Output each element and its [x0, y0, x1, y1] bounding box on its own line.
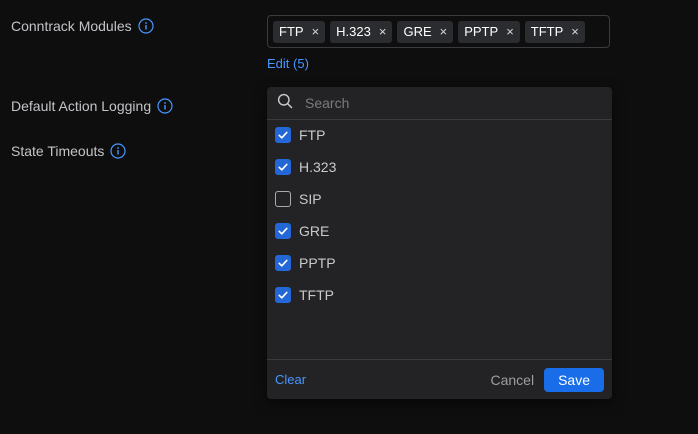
state-timeouts-label-text: State Timeouts	[11, 143, 105, 159]
option-label: GRE	[299, 223, 330, 239]
save-button[interactable]: Save	[544, 367, 604, 392]
option-label: H.323	[299, 159, 337, 175]
settings-page: Conntrack Modules Default Action Logging…	[0, 0, 698, 434]
search-icon	[277, 93, 293, 114]
remove-tag-icon[interactable]: ×	[506, 25, 514, 38]
option-label: TFTP	[299, 287, 334, 303]
info-icon[interactable]	[110, 143, 126, 159]
info-icon[interactable]	[138, 18, 154, 34]
cancel-button[interactable]: Cancel	[490, 372, 534, 388]
clear-button[interactable]: Clear	[275, 372, 306, 387]
tag-chip: TFTP ×	[524, 20, 585, 43]
option-pptp[interactable]: PPTP	[275, 251, 336, 275]
option-sip[interactable]: SIP	[275, 187, 322, 211]
dropdown-footer: Clear Cancel Save	[267, 359, 612, 399]
checkbox-checked[interactable]	[275, 159, 291, 175]
option-gre[interactable]: GRE	[275, 219, 329, 243]
option-h323[interactable]: H.323	[275, 155, 336, 179]
info-icon[interactable]	[157, 98, 173, 114]
tag-label: H.323	[336, 24, 371, 39]
modules-dropdown: FTP H.323 SIP GRE PPTP	[267, 87, 612, 399]
state-timeouts-label: State Timeouts	[11, 143, 126, 159]
remove-tag-icon[interactable]: ×	[440, 25, 448, 38]
remove-tag-icon[interactable]: ×	[571, 25, 579, 38]
conntrack-modules-label-text: Conntrack Modules	[11, 18, 132, 34]
option-label: FTP	[299, 127, 326, 143]
search-input[interactable]	[303, 94, 587, 112]
option-label: SIP	[299, 191, 322, 207]
checkbox-checked[interactable]	[275, 287, 291, 303]
conntrack-modules-label: Conntrack Modules	[11, 18, 154, 34]
option-ftp[interactable]: FTP	[275, 123, 325, 147]
checkbox-checked[interactable]	[275, 127, 291, 143]
default-action-logging-label: Default Action Logging	[11, 98, 173, 114]
tag-chip: FTP ×	[273, 20, 326, 43]
tag-chip: PPTP ×	[458, 20, 520, 43]
option-tftp[interactable]: TFTP	[275, 283, 334, 307]
tag-label: GRE	[403, 24, 432, 39]
tag-chip: GRE ×	[397, 20, 454, 43]
tag-label: FTP	[279, 24, 304, 39]
default-action-logging-label-text: Default Action Logging	[11, 98, 152, 114]
option-label: PPTP	[299, 255, 336, 271]
checkbox-checked[interactable]	[275, 255, 291, 271]
remove-tag-icon[interactable]: ×	[312, 25, 320, 38]
checkbox-checked[interactable]	[275, 223, 291, 239]
checkbox-unchecked[interactable]	[275, 191, 291, 207]
remove-tag-icon[interactable]: ×	[379, 25, 387, 38]
tag-label: PPTP	[464, 24, 499, 39]
tag-chip: H.323 ×	[330, 20, 393, 43]
search-row	[267, 87, 612, 120]
tag-label: TFTP	[530, 24, 564, 39]
conntrack-modules-select[interactable]: FTP × H.323 × GRE × PPTP × TFTP ×	[267, 15, 610, 48]
edit-link[interactable]: Edit (5)	[267, 56, 309, 71]
